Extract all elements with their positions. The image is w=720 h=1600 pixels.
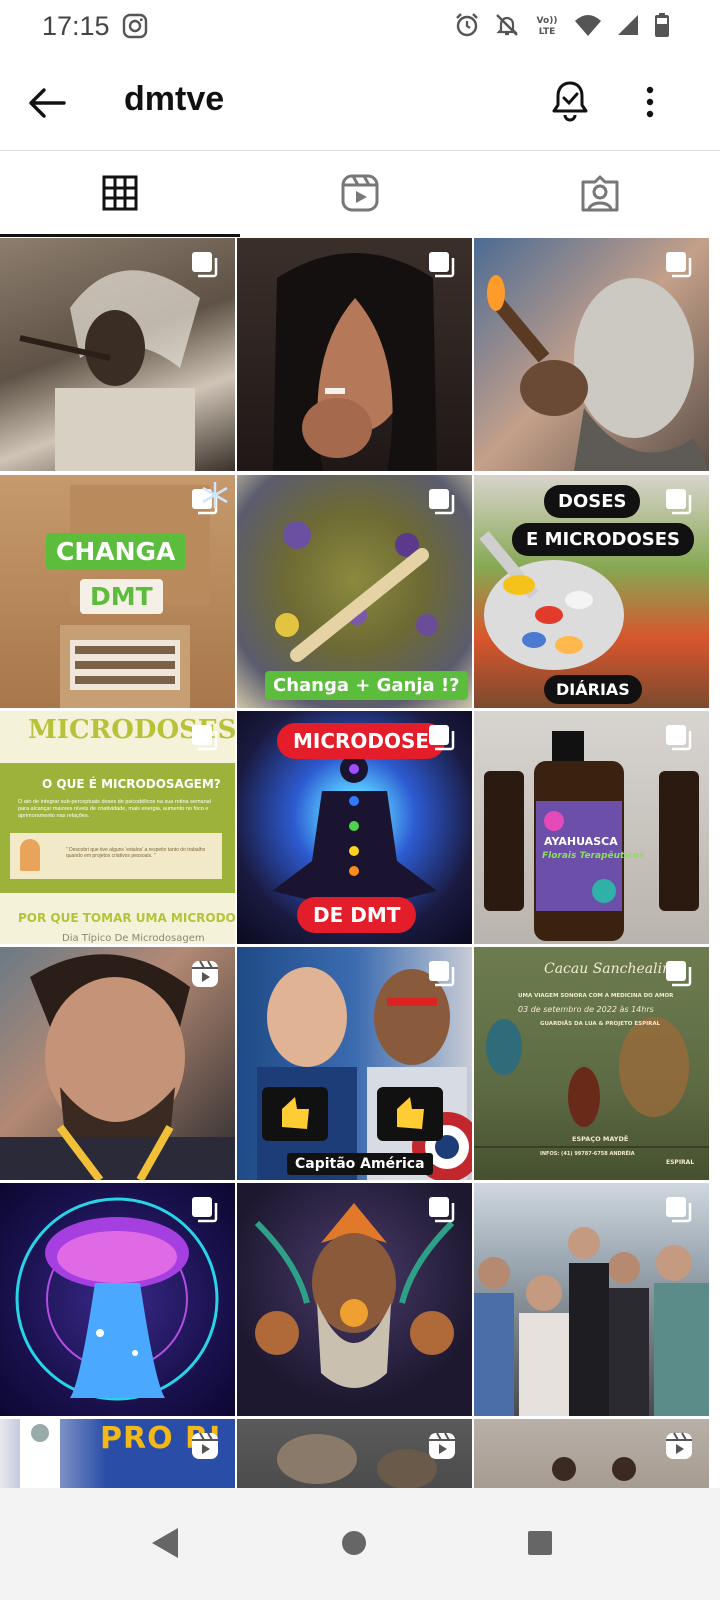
post-label: DMT: [80, 579, 163, 614]
multiple-photos-icon: [192, 1197, 218, 1223]
posts-grid: CHANGA DMT Changa + Ganja !? DOSES E MIC…: [0, 238, 720, 1488]
post-label: Changa + Ganja !?: [265, 671, 468, 700]
back-arrow-icon[interactable]: [26, 82, 68, 124]
tab-posts[interactable]: [0, 151, 240, 237]
multiple-photos-icon: [666, 489, 692, 515]
post-subtitle: UMA VIAGEM SONORA COM A MEDICINA DO AMOR: [518, 993, 674, 999]
tagged-icon: [581, 175, 619, 212]
post-panel: O QUE É MICRODOSAGEM? O ato de integrar …: [0, 763, 235, 893]
profile-tabs: [0, 150, 720, 237]
post-label: Capitão América: [287, 1153, 433, 1175]
signal-icon: [618, 15, 638, 35]
post-label: DOSES: [544, 485, 641, 518]
multiple-photos-icon: [429, 1197, 455, 1223]
post-footer: POR QUE TOMAR UMA MICRODOSE?: [18, 911, 235, 925]
post-footer-2: Dia Típico De Microdosagem: [62, 933, 205, 944]
battery-icon: [655, 13, 669, 37]
grid-icon: [102, 175, 138, 210]
profile-username: dmtve: [124, 80, 225, 118]
alarm-icon: [456, 13, 478, 37]
multiple-photos-icon: [666, 252, 692, 278]
status-time: 17:15: [42, 11, 110, 41]
multiple-photos-icon: [429, 961, 455, 987]
post-quote: " Descobri que tive alguns 'estalos' a r…: [66, 847, 206, 859]
reel-icon: [192, 960, 218, 987]
post-label: DIÁRIAS: [544, 675, 642, 704]
reels-icon: [341, 174, 379, 212]
post-info: INFOS: (41) 99787-6758 ANDRÉIA: [540, 1151, 635, 1157]
wifi-icon: [575, 15, 601, 36]
multiple-photos-icon: [429, 252, 455, 278]
post-label: Florais Terapêuticos: [542, 851, 645, 861]
system-navigation-bar: [0, 1488, 720, 1600]
reel-icon: [666, 1432, 692, 1459]
status-bar: 17:15 Vo)) LTE: [0, 0, 720, 52]
post-heading: O QUE É MICRODOSAGEM?: [42, 777, 221, 791]
more-options-icon[interactable]: [638, 82, 662, 122]
reel-icon: [192, 1432, 218, 1459]
notifications-off-icon: [496, 14, 518, 36]
post-label: DE DMT: [297, 897, 417, 933]
multiple-photos-icon: [666, 725, 692, 751]
post-organizers: GUARDIÃS DA LUA & PROJETO ESPIRAL: [540, 1021, 661, 1027]
post-quote-box: " Descobri que tive alguns 'estalos' a r…: [10, 833, 222, 879]
post-label: AYAHUASCA: [544, 835, 618, 848]
tab-reels[interactable]: [240, 151, 480, 235]
post-place: ESPAÇO MAYDÊ: [572, 1135, 629, 1143]
svg-text:LTE: LTE: [539, 27, 556, 37]
multiple-photos-icon: [429, 489, 455, 515]
post-date: 03 de setembro de 2022 às 14hrs: [518, 1005, 654, 1014]
post-avatar: [20, 839, 40, 871]
multiple-photos-icon: [429, 725, 455, 751]
post-logo-text: ESPIRAL: [666, 1159, 695, 1166]
profile-header: dmtve: [0, 52, 720, 148]
post-label: E MICRODOSES: [512, 523, 695, 556]
post-label: MICRODOSE: [277, 723, 446, 759]
tab-tagged[interactable]: [480, 151, 720, 235]
multiple-photos-icon: [192, 725, 218, 751]
svg-text:Vo)): Vo)): [537, 16, 558, 26]
post-body: O ato de integrar sub-perceptuais doses …: [18, 799, 211, 819]
reel-icon: [429, 1432, 455, 1459]
post-label: CHANGA: [46, 533, 186, 570]
instagram-notification-icon: [122, 13, 148, 39]
multiple-photos-icon: [192, 252, 218, 278]
multiple-photos-icon: [666, 961, 692, 987]
multiple-photos-icon: [666, 1197, 692, 1223]
notification-bell-icon[interactable]: [548, 78, 592, 122]
recents-nav-icon[interactable]: [526, 1526, 554, 1560]
snowflake-icon: [202, 482, 228, 508]
post-title: Cacau Sanchealing: [544, 961, 681, 977]
back-nav-icon[interactable]: [150, 1526, 180, 1560]
home-nav-icon[interactable]: [340, 1526, 368, 1560]
volte-icon: Vo)) LTE: [537, 16, 558, 37]
